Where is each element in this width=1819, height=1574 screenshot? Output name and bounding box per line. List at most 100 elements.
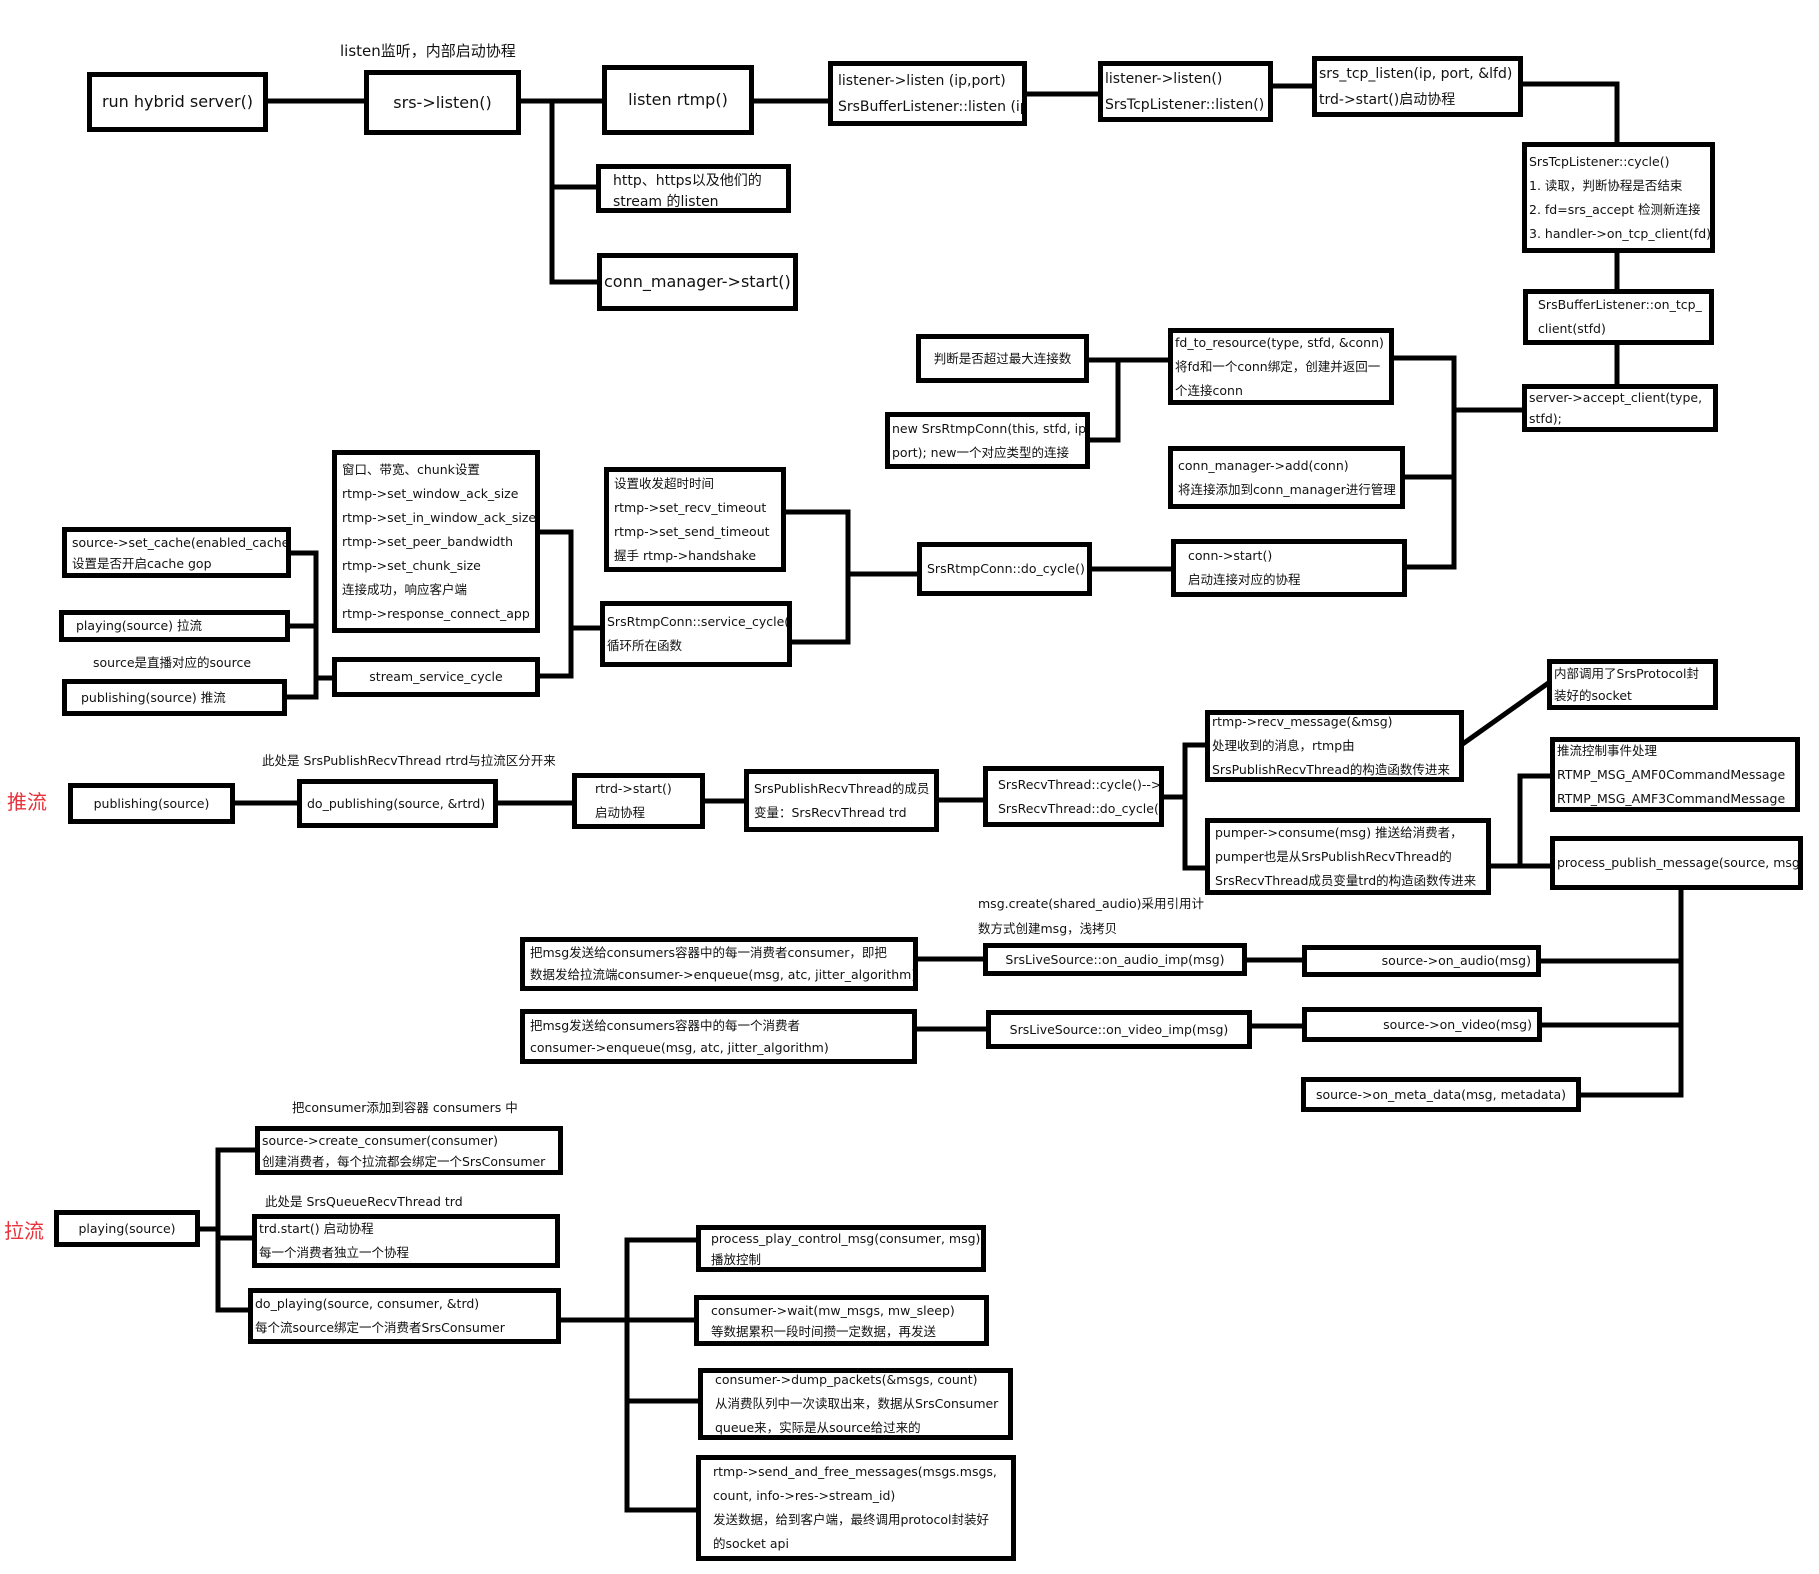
node-service-cycle: SrsRtmpConn::service_cycle() 循环所在函数 [600, 601, 792, 667]
node-text-line: source->on_video(msg) [1383, 1016, 1532, 1032]
node-do-cycle: SrsRtmpConn::do_cycle() [917, 542, 1092, 596]
node-text-line: conn->start() [1188, 548, 1273, 563]
node-on-audio-imp: SrsLiveSource::on_audio_imp(msg) [983, 943, 1247, 976]
node-text-line: 每个流source绑定一个消费者SrsConsumer [255, 1320, 505, 1335]
node-recv-message: rtmp->recv_message(&msg) 处理收到的消息，rtmp由 Srs… [1205, 710, 1464, 782]
node-text-line: pumper->consume(msg) 推送给消费者， [1215, 824, 1463, 840]
node-rtrd-start: rtrd->start() 启动协程 [572, 773, 705, 829]
node-text-line: 把msg发送给consumers容器中的每一个消费者 [530, 1017, 801, 1033]
node-set-cache: source->set_cache(enabled_cache) 设置是否开启ca… [62, 527, 291, 578]
wire [1460, 680, 1551, 747]
node-text-line: SrsRecvThread成员变量trd的构造函数传进来 [1215, 872, 1477, 888]
node-text-line: SrsPublishRecvThread的构造函数传进来 [1212, 762, 1450, 777]
node-conn-manager-add: conn_manager->add(conn) 将连接添加到conn_manage… [1168, 446, 1405, 509]
node-text-line: source->on_audio(msg) [1381, 953, 1531, 968]
node-conn-start: conn->start() 启动连接对应的协程 [1171, 539, 1407, 597]
node-text: playing(source) [78, 1217, 175, 1241]
node-fd-to-resource: fd_to_resource(type, stfd, &conn) 将fd和一个c… [1168, 328, 1394, 405]
wire [1087, 357, 1121, 443]
node-text-line: 的socket api [713, 1536, 789, 1551]
node-srs-listen: srs->listen() [364, 70, 521, 135]
node-buffer-listener-listen: listener->listen (ip,port) SrsBufferListe… [828, 61, 1027, 126]
wire [1404, 355, 1457, 570]
node-text: do_playing(source, consumer, &trd) 每个流sou… [255, 1293, 551, 1339]
node-text: source->on_video(msg) [1383, 1013, 1532, 1037]
node-text: rtmp->recv_message(&msg) 处理收到的消息，rtmp由 Srs… [1212, 714, 1454, 777]
node-text: SrsTcpListener::cycle() 1. 读取，判断协程是否结束 2. … [1529, 150, 1710, 246]
node-text-line: 从消费队列中一次读取出来，数据从SrsConsumer [715, 1396, 999, 1411]
node-srs-tcp-listen: srs_tcp_listen(ip, port, &lfd) trd->start… [1312, 56, 1523, 117]
wire [1517, 773, 1553, 869]
node-text-line: do_playing(source, consumer, &trd) [255, 1296, 480, 1311]
node-text-line: source->create_consumer(consumer) [262, 1132, 498, 1148]
node-text-line: process_publish_message(source, msg) [1557, 855, 1803, 870]
play-section-label: 拉流 [4, 1219, 44, 1243]
node-text-line: stream 的listen [613, 194, 719, 210]
node-text-line: server->accept_client(type, [1529, 390, 1703, 405]
node-text: 内部调用了SrsProtocol封 装好的socket [1554, 664, 1708, 705]
node-text-line: stfd); [1529, 411, 1562, 426]
node-trd-start: trd.start() 启动协程 每一个消费者独立一个协程 [252, 1214, 560, 1268]
node-text-line: 变量：SrsRecvThread trd [754, 804, 907, 820]
node-text-line: srs_tcp_listen(ip, port, &lfd) [1319, 65, 1513, 82]
node-text-line: fd_to_resource(type, stfd, &conn) [1175, 334, 1384, 350]
node-text: conn_manager->start() [604, 270, 791, 294]
node-text-line: RTMP_MSG_AMF0CommandMessage [1557, 766, 1786, 782]
publish-thread-note: 此处是 SrsPublishRecvThread rtrd与拉流区分开来 [262, 753, 556, 768]
node-text-line: source->on_meta_data(msg, metadata) [1315, 1086, 1567, 1102]
node-text: server->accept_client(type, stfd); [1529, 389, 1708, 427]
node-text: SrsRecvThread::cycle()--> SrsRecvThread::… [998, 773, 1159, 821]
node-text-line: client(stfd) [1538, 321, 1606, 336]
node-protocol-socket: 内部调用了SrsProtocol封 装好的socket [1547, 659, 1718, 710]
node-text: SrsLiveSource::on_audio_imp(msg) [1005, 948, 1225, 971]
node-text-line: SrsLiveSource::on_video_imp(msg) [1009, 1021, 1229, 1037]
node-text-line: srs->listen() [393, 92, 492, 112]
node-text-line: SrsPublishRecvThread的成员 [754, 780, 930, 796]
node-text-line: process_play_control_msg(consumer, msg) [711, 1230, 981, 1246]
node-text-line: port); new一个对应类型的连接 [892, 444, 1070, 460]
node-text-line: SrsLiveSource::on_audio_imp(msg) [1005, 951, 1225, 967]
node-text: do_publishing(source, &rtrd) [307, 792, 485, 816]
node-text: source->on_audio(msg) [1381, 950, 1531, 972]
node-text-line: rtmp->set_in_window_ack_size [342, 509, 537, 525]
wire [549, 98, 600, 285]
queue-thread-note: 此处是 SrsQueueRecvThread trd [265, 1194, 463, 1209]
node-new-rtmp-conn: new SrsRtmpConn(this, stfd, ip, port); ne… [885, 412, 1090, 469]
node-text: SrsRtmpConn::do_cycle() [927, 557, 1085, 581]
node-max-conn-check: 判断是否超过最大连接数 [916, 334, 1089, 383]
node-text-line: trd->start()启动协程 [1319, 91, 1456, 108]
node-text-line: rtmp->send_and_free_messages(msgs.msgs, [713, 1464, 997, 1479]
publish-section-label: 推流 [7, 790, 47, 814]
node-text-line: 推流控制事件处理 [1557, 742, 1658, 758]
node-publishing-source: publishing(source) [68, 783, 235, 824]
node-text-line: rtmp->recv_message(&msg) [1212, 714, 1393, 729]
node-text-line: rtmp->response_connect_app [342, 605, 530, 621]
add-consumer-note: 把consumer添加到容器 consumers 中 [292, 1100, 518, 1115]
node-text-line: http、https以及他们的 [613, 173, 762, 189]
node-text-line: playing(source) [78, 1220, 176, 1236]
node-window-chunk-settings: 窗口、带宽、chunk设置 rtmp->set_window_ack_size rt… [332, 450, 540, 633]
node-text-line: 将fd和一个conn绑定，创建并返回一 [1175, 358, 1381, 374]
node-text: stream_service_cycle [369, 665, 502, 689]
source-note: source是直播对应的source [93, 655, 252, 670]
node-text: SrsLiveSource::on_video_imp(msg) [1010, 1018, 1229, 1042]
node-text-line: pumper也是从SrsPublishRecvThread的 [1215, 848, 1452, 864]
node-text: conn->start() 启动连接对应的协程 [1188, 544, 1397, 592]
node-on-tcp-client: SrsBufferListener::on_tcp_ client(stfd) [1523, 289, 1714, 345]
node-video-enqueue: 把msg发送给consumers容器中的每一个消费者 consumer->enqu… [520, 1009, 917, 1064]
node-text-line: 连接成功，响应客户端 [342, 581, 468, 597]
node-text-line: 播放控制 [711, 1251, 762, 1267]
node-text-line: consumer->enqueue(msg, atc, jitter_algor… [530, 1039, 829, 1055]
node-text: process_publish_message(source, msg) [1557, 851, 1803, 875]
node-text-line: rtrd->start() [595, 781, 672, 796]
node-text-line: rtmp->set_recv_timeout [614, 499, 767, 515]
node-text-line: SrsTcpListener::listen() [1105, 96, 1265, 113]
listen-note: listen监听，内部启动协程 [340, 42, 516, 60]
msg-create-note-2: 数方式创建msg，浅拷贝 [978, 921, 1118, 936]
node-text: consumer->wait(mw_msgs, mw_sleep) 等数据累积一段… [711, 1300, 979, 1341]
node-consumer-wait: consumer->wait(mw_msgs, mw_sleep) 等数据累积一段… [694, 1295, 989, 1346]
node-publish-control: 推流控制事件处理 RTMP_MSG_AMF0CommandMessage RTMP_… [1550, 737, 1800, 812]
node-text: source->on_meta_data(msg, metadata) [1316, 1083, 1566, 1107]
node-text-line: queue来，实际是从source给过来的 [715, 1420, 921, 1435]
wire [1520, 81, 1620, 145]
